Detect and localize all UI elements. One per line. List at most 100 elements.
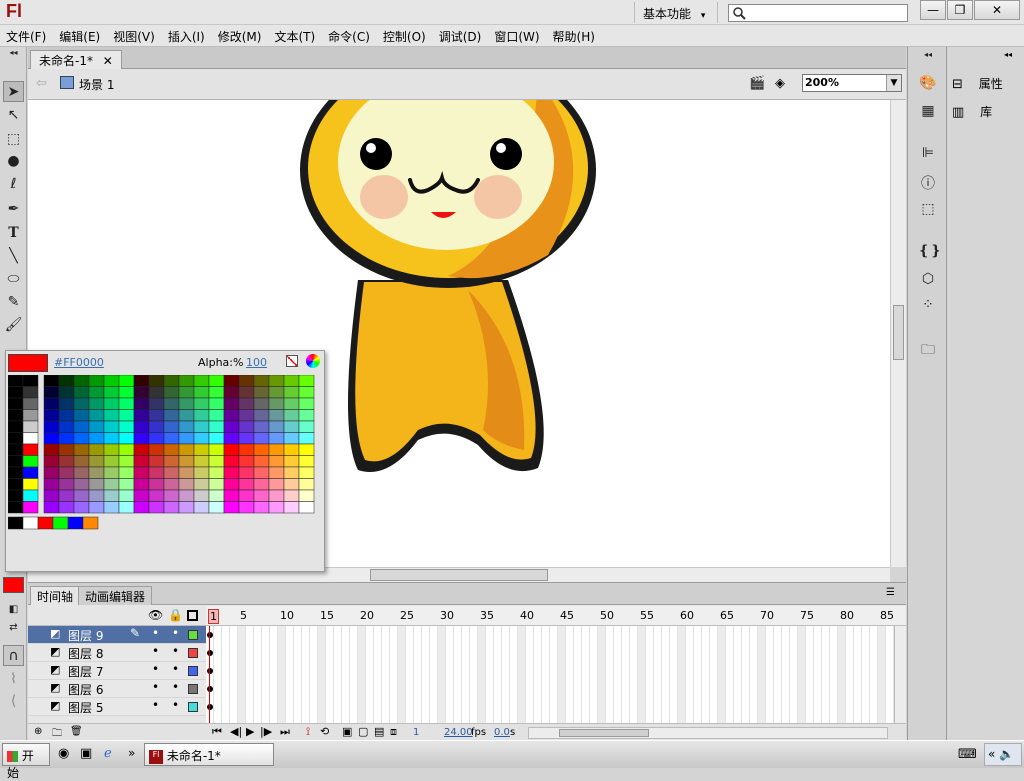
swatch-cell[interactable]	[208, 397, 225, 410]
swatch-cell[interactable]	[73, 455, 90, 468]
swatch-grid[interactable]	[8, 375, 323, 569]
close-button[interactable]: ✕	[974, 0, 1020, 20]
swatch-cell[interactable]	[238, 478, 255, 491]
frame-column[interactable]	[830, 626, 838, 723]
swatch-cell[interactable]	[268, 466, 285, 479]
swatch-cell[interactable]	[208, 501, 225, 514]
swatch-cell[interactable]	[208, 375, 225, 387]
swatch-cell[interactable]	[118, 397, 135, 410]
swatch-cell[interactable]	[8, 420, 24, 433]
timeline-horizontal-scrollbar[interactable]	[528, 727, 888, 739]
swatch-cell[interactable]	[148, 455, 165, 468]
swatch-cell[interactable]	[268, 432, 285, 445]
frame-column[interactable]	[686, 626, 694, 723]
menu-debug[interactable]: 调试(D)	[439, 25, 490, 46]
menu-text[interactable]: 文本(T)	[274, 25, 323, 46]
frame-column[interactable]	[878, 626, 886, 723]
swatch-cell[interactable]	[283, 478, 300, 491]
swatch-cell[interactable]	[8, 501, 24, 514]
frame-column[interactable]	[510, 626, 518, 723]
swatch-cell[interactable]	[268, 375, 285, 387]
layer-name[interactable]: 图层 7	[68, 663, 103, 680]
menu-file[interactable]: 文件(F)	[6, 25, 54, 46]
swatch-cell[interactable]	[238, 420, 255, 433]
lock-dot[interactable]: •	[172, 644, 179, 658]
swatch-cell[interactable]	[268, 455, 285, 468]
frame-column[interactable]	[718, 626, 726, 723]
swatch-cell[interactable]	[148, 386, 165, 399]
swatch-cell[interactable]	[43, 466, 60, 479]
actions-panel-icon[interactable]: ❴❵	[918, 243, 941, 261]
frame-column[interactable]	[750, 626, 758, 723]
frame-tick[interactable]: 25	[400, 609, 414, 622]
frame-tick[interactable]: 65	[720, 609, 734, 622]
frame-tick[interactable]: 35	[480, 609, 494, 622]
swatch-cell[interactable]	[283, 443, 300, 456]
swatch-cell[interactable]	[268, 420, 285, 433]
frame-column[interactable]	[398, 626, 406, 723]
swatch-cell[interactable]	[283, 375, 300, 387]
swatch-cell[interactable]	[88, 501, 105, 514]
swatch-cell[interactable]	[223, 386, 240, 399]
frame-column[interactable]	[838, 626, 846, 723]
smooth-icon[interactable]: ⌇	[3, 669, 24, 690]
swatch-cell[interactable]	[88, 478, 105, 491]
frame-tick[interactable]: 40	[520, 609, 534, 622]
swatch-cell[interactable]	[208, 409, 225, 422]
swatch-cell[interactable]	[58, 420, 75, 433]
straighten-icon[interactable]: ⟨	[3, 691, 24, 712]
start-button[interactable]: 开始	[2, 743, 50, 780]
swatch-cell[interactable]	[208, 478, 225, 491]
frame-tick[interactable]: 55	[640, 609, 654, 622]
color-panel-icon[interactable]: 🎨	[918, 75, 938, 93]
swatch-cell[interactable]	[133, 432, 150, 445]
swatch-cell[interactable]	[253, 409, 270, 422]
swatch-cell[interactable]	[88, 397, 105, 410]
swatch-cell[interactable]	[163, 397, 180, 410]
visibility-dot[interactable]: •	[152, 698, 159, 712]
swatch-cell[interactable]	[268, 478, 285, 491]
swatch-cell[interactable]	[8, 375, 24, 387]
swatch-cell[interactable]	[133, 466, 150, 479]
swatch-cell[interactable]	[103, 489, 120, 502]
frame-column[interactable]	[870, 626, 878, 723]
swatch-cell[interactable]	[178, 443, 195, 456]
frame-column[interactable]	[390, 626, 398, 723]
swatch-cell[interactable]	[223, 501, 240, 514]
swatch-cell[interactable]	[298, 397, 315, 410]
project-panel-icon[interactable]: 🗀	[918, 339, 938, 358]
frame-column[interactable]	[558, 626, 566, 723]
swatch-cell[interactable]	[22, 409, 39, 422]
swatch-cell[interactable]	[133, 409, 150, 422]
frame-column[interactable]	[542, 626, 550, 723]
visibility-dot[interactable]: •	[152, 626, 159, 640]
properties-panel-button[interactable]: ⊟ 属性	[952, 75, 1022, 97]
swatch-cell[interactable]	[43, 455, 60, 468]
swatch-cell[interactable]	[268, 501, 285, 514]
frame-column[interactable]	[822, 626, 830, 723]
menu-help[interactable]: 帮助(H)	[553, 25, 603, 46]
frame-column[interactable]	[526, 626, 534, 723]
swatch-cell[interactable]	[178, 375, 195, 387]
frame-column[interactable]	[422, 626, 430, 723]
swatch-cell[interactable]	[58, 375, 75, 387]
swatch-cell[interactable]	[238, 455, 255, 468]
frame-column[interactable]	[614, 626, 622, 723]
swatch-cell[interactable]	[22, 466, 39, 479]
keyframe-dot[interactable]	[207, 650, 213, 656]
swatch-cell[interactable]	[43, 420, 60, 433]
swatch-cell[interactable]	[8, 466, 24, 479]
menu-window[interactable]: 窗口(W)	[494, 25, 547, 46]
frame-column[interactable]	[254, 626, 262, 723]
swatch-cell[interactable]	[223, 409, 240, 422]
frame-column[interactable]	[326, 626, 334, 723]
swatch-cell[interactable]	[253, 397, 270, 410]
swatch-cell[interactable]	[178, 478, 195, 491]
frame-tick[interactable]: 60	[680, 609, 694, 622]
swatch-cell[interactable]	[22, 501, 39, 514]
swatch-cell[interactable]	[298, 501, 315, 514]
frame-column[interactable]	[654, 626, 662, 723]
swatch-cell[interactable]	[43, 478, 60, 491]
gradient-swatch[interactable]	[22, 516, 39, 530]
onion-markers-icon[interactable]: ⧈	[390, 725, 397, 739]
